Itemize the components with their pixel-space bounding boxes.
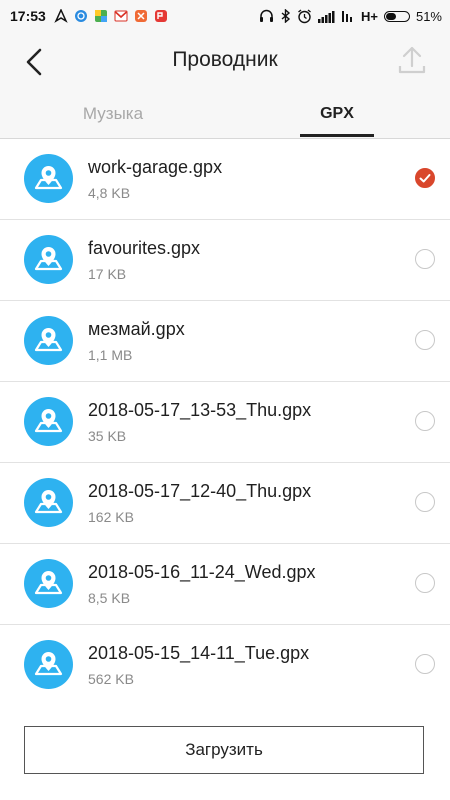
navigation-notification-icon	[54, 9, 68, 23]
file-name: 2018-05-17_13-53_Thu.gpx	[88, 400, 312, 420]
list-item[interactable]: 2018-05-15_14-11_Tue.gpx 562 KB	[0, 625, 450, 706]
upload-button[interactable]	[396, 44, 428, 76]
map-pin-icon	[24, 154, 73, 203]
select-radio[interactable]	[415, 654, 435, 674]
list-item[interactable]: 2018-05-17_12-40_Thu.gpx 162 KB	[0, 463, 450, 544]
tab-gpx[interactable]: GPX	[300, 105, 374, 123]
signal-secondary-icon	[341, 10, 352, 22]
select-radio[interactable]	[415, 492, 435, 512]
checkmark-icon	[419, 174, 431, 183]
file-name: favourites.gpx	[88, 238, 201, 258]
app-header: Проводник	[0, 32, 450, 90]
signal-icon	[317, 10, 335, 23]
headphones-icon	[259, 9, 273, 22]
map-pin-icon	[24, 640, 73, 689]
file-size: 35 KB	[88, 428, 127, 444]
file-name: 2018-05-17_12-40_Thu.gpx	[88, 481, 312, 501]
maps-notification-icon	[94, 10, 107, 22]
alarm-icon	[298, 8, 311, 23]
network-type: H+	[360, 8, 378, 24]
select-radio[interactable]	[415, 249, 435, 269]
file-size: 17 KB	[88, 266, 127, 282]
list-item[interactable]: favourites.gpx 17 KB	[0, 220, 450, 301]
file-name: 2018-05-15_14-11_Tue.gpx	[88, 643, 310, 663]
page-title: Проводник	[172, 48, 278, 71]
select-radio[interactable]	[415, 573, 435, 593]
map-pin-icon	[24, 559, 73, 608]
upload-submit-button[interactable]: Загрузить	[24, 726, 424, 774]
footer: Загрузить	[0, 702, 450, 800]
tab-bar: Музыка GPX	[0, 90, 450, 139]
file-name: 2018-05-16_11-24_Wed.gpx	[88, 562, 316, 582]
file-size: 1,1 MB	[88, 347, 133, 363]
list-item[interactable]: мезмай.gpx 1,1 MB	[0, 301, 450, 382]
notification-icons	[54, 9, 168, 23]
upload-icon	[398, 46, 426, 74]
status-time: 17:53	[10, 8, 46, 24]
list-item[interactable]: 2018-05-17_13-53_Thu.gpx 35 KB	[0, 382, 450, 463]
map-pin-icon	[24, 397, 73, 446]
list-item[interactable]: 2018-05-16_11-24_Wed.gpx 8,5 KB	[0, 544, 450, 625]
pdf-notification-icon	[154, 10, 167, 22]
selected-radio[interactable]	[415, 168, 435, 188]
bluetooth-icon	[281, 9, 291, 23]
file-size: 162 KB	[88, 509, 134, 525]
map-pin-icon	[24, 316, 73, 365]
file-list: work-garage.gpx 4,8 KB favourites.gpx 17…	[0, 139, 450, 706]
map-pin-icon	[24, 235, 73, 284]
battery-percent: 51%	[415, 8, 442, 24]
battery-icon	[383, 10, 410, 22]
file-name: мезмай.gpx	[88, 319, 185, 339]
list-item[interactable]: work-garage.gpx 4,8 KB	[0, 139, 450, 220]
system-icons: H+ 51%	[259, 0, 442, 32]
select-radio[interactable]	[415, 330, 435, 350]
file-name: work-garage.gpx	[88, 157, 223, 177]
file-size: 4,8 KB	[88, 185, 131, 201]
file-size: 562 KB	[88, 671, 134, 687]
active-tab-indicator	[300, 134, 374, 137]
file-size: 8,5 KB	[88, 590, 131, 606]
gmail-notification-icon	[114, 10, 128, 22]
tab-music[interactable]: Музыка	[0, 104, 226, 124]
sync-notification-icon	[74, 10, 87, 22]
map-pin-icon	[24, 478, 73, 527]
select-radio[interactable]	[415, 411, 435, 431]
app-notification-icon	[134, 10, 147, 22]
status-bar: 17:53 H+ 51%	[0, 0, 450, 32]
